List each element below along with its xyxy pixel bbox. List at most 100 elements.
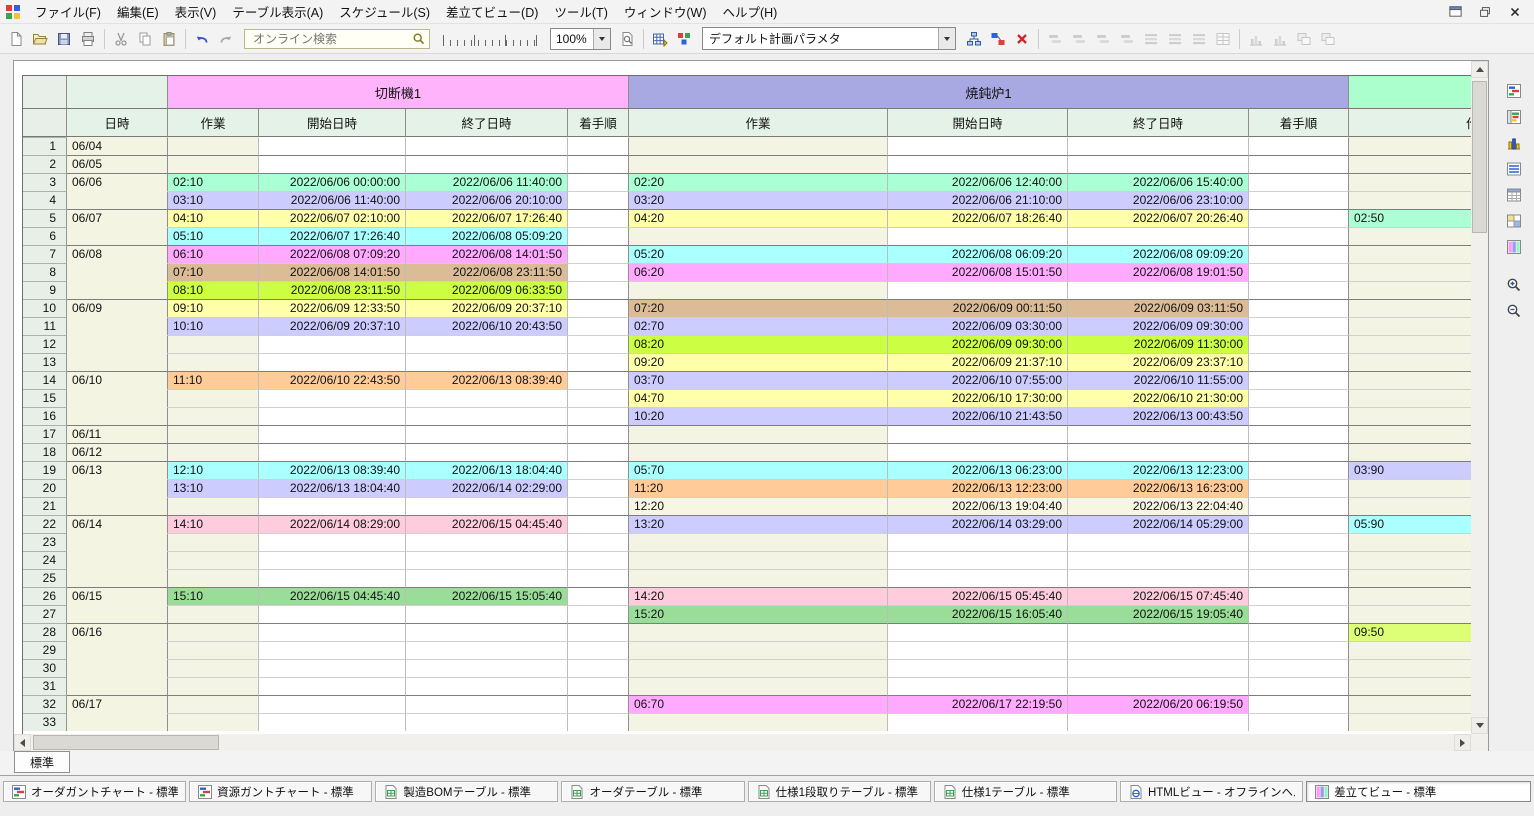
- operation-cell[interactable]: [1349, 659, 1472, 677]
- operation-cell[interactable]: [1349, 263, 1472, 281]
- date-cell[interactable]: [67, 281, 168, 299]
- start-order-cell[interactable]: [568, 281, 629, 299]
- start-order-cell[interactable]: [1249, 227, 1349, 245]
- hrows-1-icon[interactable]: [1139, 27, 1163, 50]
- operation-cell[interactable]: [1349, 533, 1472, 551]
- row-number-cell[interactable]: 27: [23, 605, 67, 623]
- start-time-cell[interactable]: [259, 533, 406, 551]
- start-order-cell[interactable]: [568, 227, 629, 245]
- start-time-cell[interactable]: 2022/06/08 07:09:20: [259, 245, 406, 263]
- start-order-cell[interactable]: [1249, 353, 1349, 371]
- date-cell[interactable]: [67, 479, 168, 497]
- operation-cell[interactable]: [1349, 569, 1472, 587]
- window-tab[interactable]: 仕様1テーブル - 標準: [934, 781, 1117, 802]
- row-number-cell[interactable]: 20: [23, 479, 67, 497]
- chart-column-icon[interactable]: [1244, 27, 1268, 50]
- operation-cell[interactable]: 03:10: [168, 191, 259, 209]
- operation-cell[interactable]: [1349, 713, 1472, 731]
- start-order-cell[interactable]: [568, 299, 629, 317]
- date-cell[interactable]: [67, 677, 168, 695]
- date-cell[interactable]: 06/17: [67, 695, 168, 713]
- operation-cell[interactable]: [1349, 587, 1472, 605]
- redo-icon[interactable]: [214, 27, 238, 50]
- end-time-cell[interactable]: [1068, 533, 1249, 551]
- end-time-cell[interactable]: [1068, 551, 1249, 569]
- date-cell[interactable]: 06/08: [67, 245, 168, 263]
- start-time-cell[interactable]: [259, 641, 406, 659]
- start-time-cell[interactable]: [259, 623, 406, 641]
- start-order-cell[interactable]: [568, 623, 629, 641]
- start-time-cell[interactable]: [259, 497, 406, 515]
- operation-cell[interactable]: [168, 605, 259, 623]
- end-time-cell[interactable]: 2022/06/13 18:04:40: [406, 461, 568, 479]
- start-time-cell[interactable]: 2022/06/07 02:10:00: [259, 209, 406, 227]
- start-order-cell[interactable]: [1249, 677, 1349, 695]
- header-cell[interactable]: [1349, 76, 1472, 109]
- plan-param-dropdown-arrow[interactable]: [938, 28, 955, 49]
- start-time-cell[interactable]: 2022/06/09 12:33:50: [259, 299, 406, 317]
- start-time-cell[interactable]: 2022/06/08 23:11:50: [259, 281, 406, 299]
- operation-cell[interactable]: 02:20: [629, 173, 888, 191]
- operation-cell[interactable]: [1349, 479, 1472, 497]
- start-time-cell[interactable]: [888, 533, 1068, 551]
- operation-cell[interactable]: 02:10: [168, 173, 259, 191]
- window-tab[interactable]: HTMLビュー - オフラインヘルプ: [1120, 781, 1303, 802]
- header-cell[interactable]: 切断機1: [168, 76, 629, 109]
- start-order-cell[interactable]: [1249, 155, 1349, 173]
- start-order-cell[interactable]: [568, 317, 629, 335]
- start-order-cell[interactable]: [1249, 389, 1349, 407]
- start-time-cell[interactable]: 2022/06/14 03:29:00: [888, 515, 1068, 533]
- dispatch-table-icon[interactable]: [1502, 236, 1526, 258]
- end-time-cell[interactable]: [406, 605, 568, 623]
- scroll-right-arrow[interactable]: [1454, 734, 1471, 751]
- end-time-cell[interactable]: 2022/06/13 22:04:40: [1068, 497, 1249, 515]
- end-time-cell[interactable]: [1068, 443, 1249, 461]
- row-number-cell[interactable]: 25: [23, 569, 67, 587]
- undo-icon[interactable]: [190, 27, 214, 50]
- hbar-4-icon[interactable]: [1115, 27, 1139, 50]
- start-time-cell[interactable]: [259, 137, 406, 155]
- operation-cell[interactable]: [168, 695, 259, 713]
- start-time-cell[interactable]: [259, 335, 406, 353]
- sheet-tab[interactable]: 標準: [14, 751, 70, 773]
- operation-cell[interactable]: [1349, 137, 1472, 155]
- grid-view-icon[interactable]: [1211, 27, 1235, 50]
- float-window-icon[interactable]: [1446, 4, 1464, 20]
- operation-cell[interactable]: 09:50: [1349, 623, 1472, 641]
- window-tab[interactable]: オーダテーブル - 標準: [561, 781, 744, 802]
- start-time-cell[interactable]: [888, 659, 1068, 677]
- start-time-cell[interactable]: [888, 677, 1068, 695]
- start-time-cell[interactable]: 2022/06/06 11:40:00: [259, 191, 406, 209]
- start-time-cell[interactable]: [259, 695, 406, 713]
- start-time-cell[interactable]: 2022/06/07 17:26:40: [259, 227, 406, 245]
- start-order-cell[interactable]: [568, 371, 629, 389]
- end-time-cell[interactable]: [406, 353, 568, 371]
- start-order-cell[interactable]: [1249, 137, 1349, 155]
- operation-cell[interactable]: 08:10: [168, 281, 259, 299]
- operation-cell[interactable]: [629, 533, 888, 551]
- row-number-cell[interactable]: 26: [23, 587, 67, 605]
- start-order-cell[interactable]: [1249, 623, 1349, 641]
- operation-cell[interactable]: [629, 569, 888, 587]
- operation-cell[interactable]: 08:20: [629, 335, 888, 353]
- start-order-cell[interactable]: [568, 695, 629, 713]
- menu-item[interactable]: ヘルプ(H): [714, 0, 785, 24]
- hrows-2-icon[interactable]: [1163, 27, 1187, 50]
- start-time-cell[interactable]: 2022/06/08 15:01:50: [888, 263, 1068, 281]
- start-time-cell[interactable]: [259, 659, 406, 677]
- start-order-cell[interactable]: [568, 515, 629, 533]
- menu-item[interactable]: テーブル表示(A): [224, 0, 331, 24]
- header-cell[interactable]: 作業: [629, 109, 888, 137]
- end-time-cell[interactable]: [406, 425, 568, 443]
- date-cell[interactable]: [67, 263, 168, 281]
- row-number-cell[interactable]: 5: [23, 209, 67, 227]
- menu-item[interactable]: ウィンドウ(W): [616, 0, 715, 24]
- start-order-cell[interactable]: [568, 533, 629, 551]
- operation-cell[interactable]: 14:20: [629, 587, 888, 605]
- operation-cell[interactable]: [168, 425, 259, 443]
- date-cell[interactable]: 06/16: [67, 623, 168, 641]
- end-time-cell[interactable]: 2022/06/06 11:40:00: [406, 173, 568, 191]
- end-time-cell[interactable]: 2022/06/07 17:26:40: [406, 209, 568, 227]
- operation-cell[interactable]: 05:10: [168, 227, 259, 245]
- operation-cell[interactable]: 13:10: [168, 479, 259, 497]
